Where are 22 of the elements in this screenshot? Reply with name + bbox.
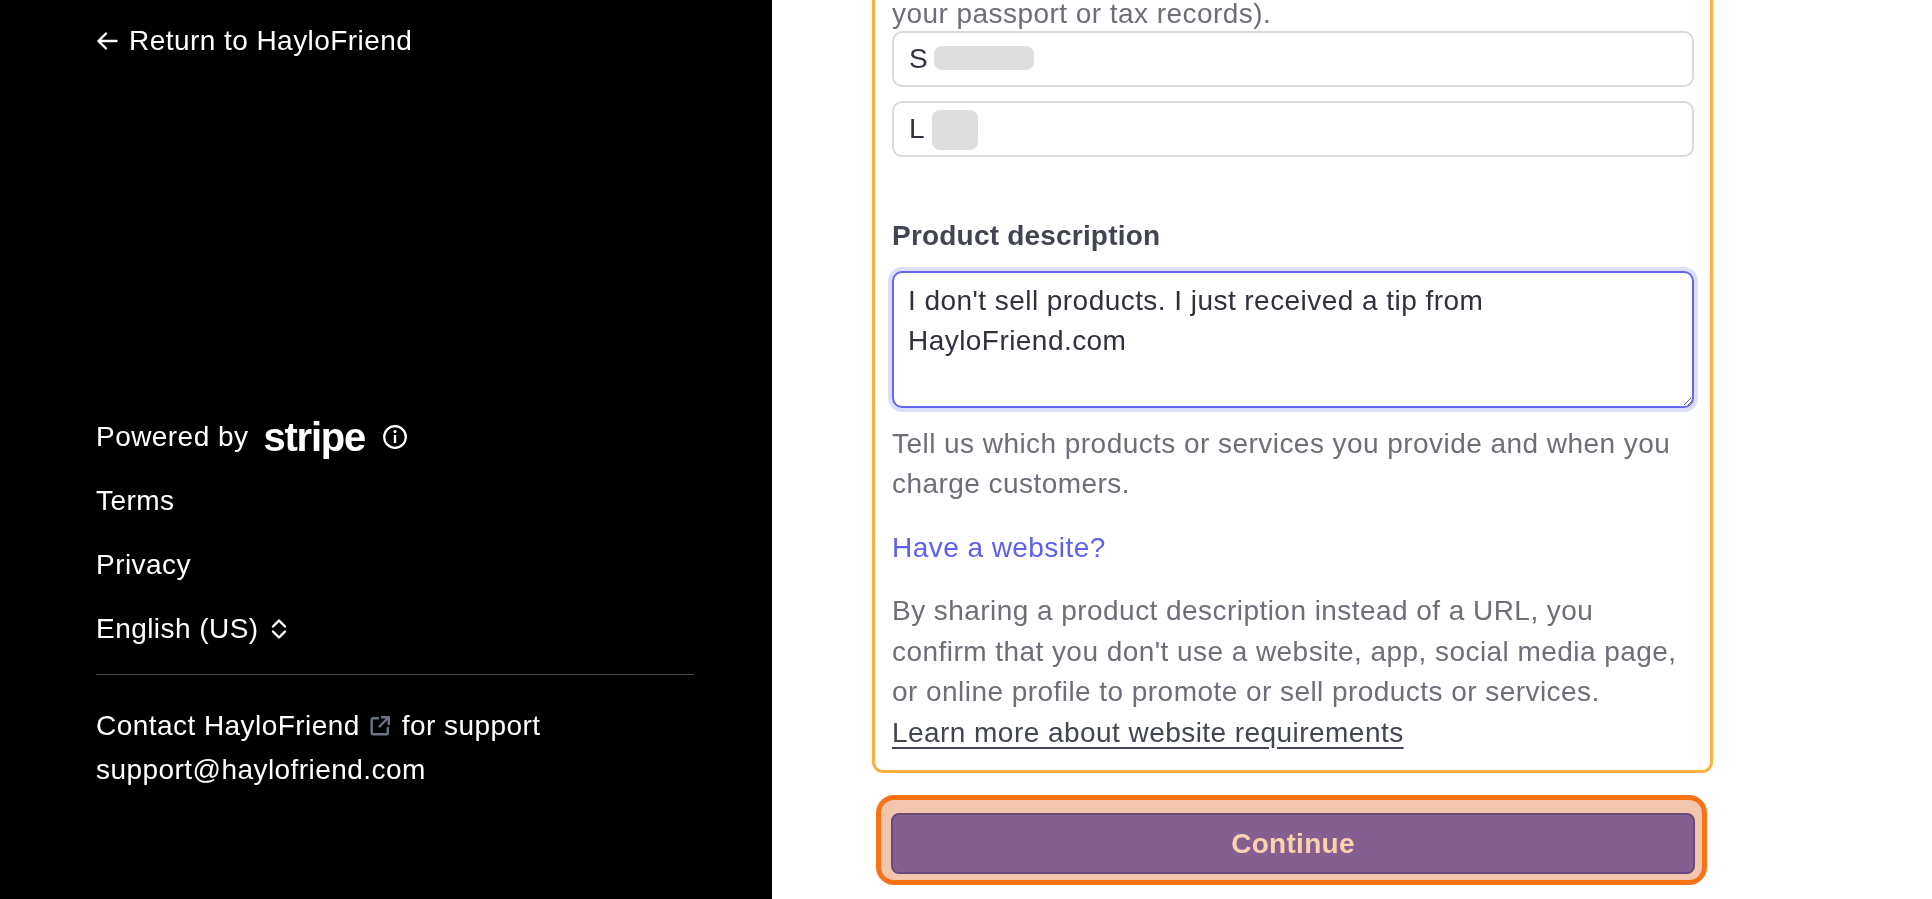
intro-text: your passport or tax records). bbox=[892, 0, 1273, 28]
back-link[interactable]: Return to HayloFriend bbox=[96, 26, 413, 56]
learn-more-link[interactable]: Learn more about website requirements bbox=[892, 716, 1404, 748]
product-description-field[interactable]: I don't sell products. I just received a tip from HayloFriend.com bbox=[888, 267, 1698, 412]
powered-by-label: Powered by bbox=[96, 420, 249, 454]
website-link[interactable]: Have a website? bbox=[892, 532, 1106, 563]
chevron-up-down-icon bbox=[270, 617, 287, 641]
logo-wordmark: stripe bbox=[263, 417, 366, 457]
support-text: for support bbox=[401, 709, 541, 743]
arrow-left-icon bbox=[96, 31, 118, 51]
name-input-field[interactable]: L bbox=[892, 101, 1694, 157]
name-input-field[interactable]: S bbox=[892, 31, 1694, 87]
disclaimer-text: By sharing a product description instead of a URL, you confirm that you don't use a website, app, social media page, or online profile to promote or sell products or services. Learn more about website requirements bbox=[892, 594, 1678, 750]
continue-button[interactable]: Continue bbox=[876, 795, 1707, 885]
email-link[interactable]: support@haylofriend.com bbox=[96, 750, 426, 790]
contact-link[interactable]: Contact HayloFriend bbox=[96, 706, 392, 746]
info-icon[interactable] bbox=[383, 425, 408, 449]
field-label: Product description bbox=[892, 221, 1162, 251]
footer-link[interactable]: Privacy bbox=[96, 545, 191, 585]
language-selector[interactable]: English (US) bbox=[96, 609, 287, 649]
footer-link[interactable]: Terms bbox=[96, 481, 175, 521]
help-text: Tell us which products or services you provide and when you charge customers. bbox=[892, 427, 1672, 501]
